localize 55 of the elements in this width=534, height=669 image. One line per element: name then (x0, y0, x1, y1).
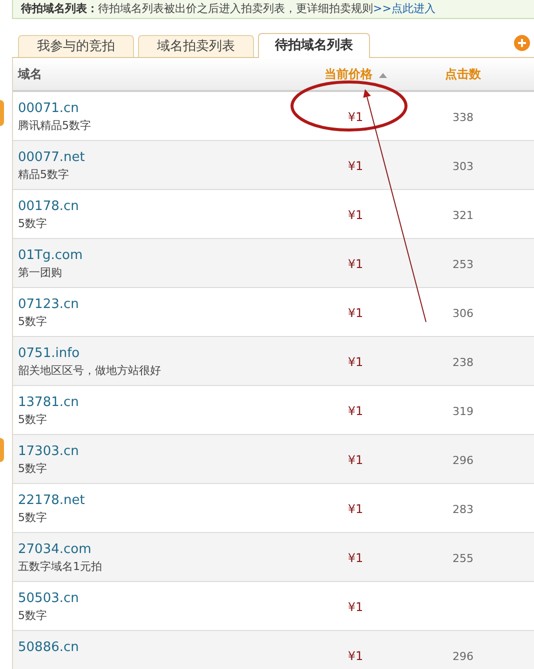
domain-link[interactable]: 13781.cn (18, 396, 79, 408)
notice-label: 待拍域名列表： (21, 0, 98, 17)
price-text: ¥1 (348, 453, 364, 467)
domain-description: 腾讯精品5数字 (18, 120, 91, 130)
domain-description: 5数字 (18, 218, 47, 228)
price-text: ¥1 (348, 404, 364, 418)
click-count: 283 (452, 503, 474, 516)
tab[interactable]: 我参与的竞拍 (18, 35, 134, 57)
click-count: 238 (452, 356, 474, 369)
price-text: ¥1 (348, 551, 364, 565)
click-count: 306 (452, 307, 474, 320)
domain-description: 5数字 (18, 316, 47, 326)
domain-description: 5数字 (18, 462, 47, 474)
tab[interactable]: 待拍域名列表 (258, 33, 370, 58)
price-text: ¥1 (348, 306, 364, 320)
price-text: ¥1 (348, 208, 364, 222)
domain-description: 韶关地区区号，做地方站很好 (18, 364, 161, 376)
column-header[interactable]: 域名 (18, 65, 42, 83)
click-count: 338 (452, 111, 474, 124)
price-text: ¥1 (348, 502, 364, 516)
domain-description: 5数字 (18, 610, 47, 620)
domain-description: 五数字域名1元拍 (18, 560, 102, 572)
click-count: 321 (452, 209, 474, 222)
domain-description: 5数字 (18, 414, 47, 424)
domain-description: 5数字 (18, 512, 47, 522)
domain-link[interactable]: 0751.info (18, 346, 80, 360)
domain-description: 第一团购 (18, 266, 62, 278)
click-count: 255 (452, 552, 474, 565)
price-text: ¥1 (348, 355, 364, 369)
domain-link[interactable]: 01Tg.com (18, 248, 83, 262)
tab[interactable]: 域名拍卖列表 (138, 35, 254, 57)
click-count: 296 (452, 454, 474, 467)
click-count: 296 (452, 650, 474, 663)
click-count: 319 (452, 405, 474, 418)
price-text: ¥1 (348, 159, 364, 173)
price-text: ¥1 (348, 257, 364, 271)
click-count: 303 (452, 160, 474, 173)
domain-link[interactable]: 27034.com (18, 542, 92, 556)
price-text: ¥1 (348, 110, 364, 124)
click-count: 253 (452, 258, 474, 271)
domain-link[interactable]: 00077.net (18, 150, 85, 164)
domain-link[interactable]: 50886.cn (18, 640, 79, 654)
price-text: ¥1 (348, 600, 364, 614)
domain-description: 精品5数字 (18, 168, 69, 180)
sort-icon[interactable] (378, 72, 386, 78)
notice-text: 待拍域名列表被出价之后进入拍卖列表，更详细拍卖规则 (98, 0, 373, 17)
price-text: ¥1 (348, 649, 364, 663)
rules-link[interactable]: >>点此进入 (373, 0, 436, 18)
domain-link[interactable]: 17303.cn (18, 444, 79, 458)
domain-link[interactable]: 50503.cn (18, 592, 79, 604)
domain-link[interactable]: 07123.cn (18, 298, 79, 310)
domain-link[interactable]: 00178.cn (18, 200, 79, 212)
domain-link[interactable]: 00071.cn (18, 102, 79, 114)
plus-icon[interactable] (514, 35, 530, 51)
domain-link[interactable]: 22178.net (18, 494, 85, 506)
